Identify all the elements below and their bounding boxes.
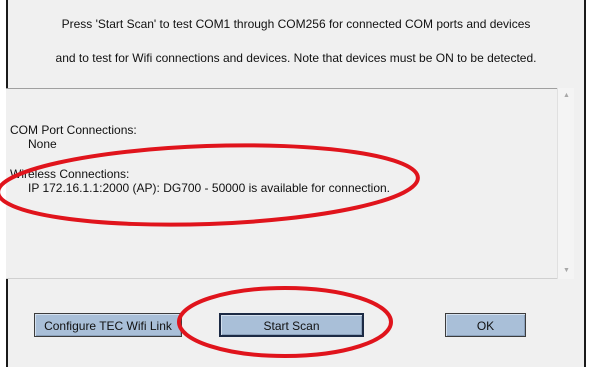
results-scrollbar[interactable]: ▲ ▼ xyxy=(557,88,574,279)
instruction-line-2: and to test for Wifi connections and dev… xyxy=(55,51,537,65)
screenshot-frame: Press 'Start Scan' to test COM1 through … xyxy=(0,0,592,367)
instruction-line-1: Press 'Start Scan' to test COM1 through … xyxy=(61,17,531,31)
window-right-border xyxy=(584,0,586,367)
wireless-connection-entry: IP 172.16.1.1:2000 (AP): DG700 - 50000 i… xyxy=(28,181,391,195)
com-port-value: None xyxy=(28,137,57,151)
configure-wifi-link-button[interactable]: Configure TEC Wifi Link xyxy=(34,313,182,337)
scroll-down-arrow-icon[interactable]: ▼ xyxy=(563,267,570,275)
wireless-heading: Wireless Connections: xyxy=(10,167,130,181)
com-port-heading: COM Port Connections: xyxy=(10,123,137,137)
start-scan-button[interactable]: Start Scan xyxy=(219,313,364,337)
scan-dialog: Press 'Start Scan' to test COM1 through … xyxy=(6,0,584,367)
scan-results-panel: COM Port Connections: None Wireless Conn… xyxy=(6,88,574,279)
ok-button[interactable]: OK xyxy=(445,313,526,337)
scroll-up-arrow-icon[interactable]: ▲ xyxy=(563,92,570,100)
